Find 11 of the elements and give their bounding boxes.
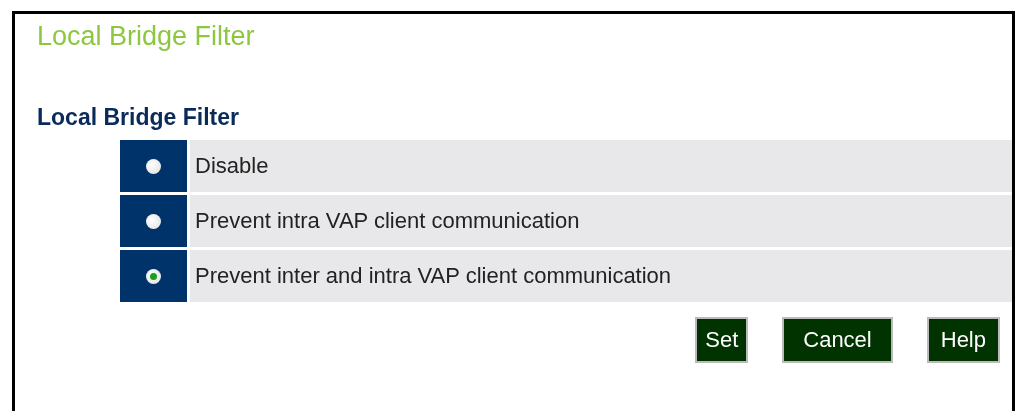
- action-button[interactable]: Cancel: [782, 317, 893, 363]
- page-title: Local Bridge Filter: [36, 20, 256, 52]
- action-button[interactable]: Set: [695, 317, 749, 363]
- radio-button[interactable]: [146, 268, 161, 284]
- option-label: Prevent inter and intra VAP client communication: [190, 250, 1012, 302]
- action-button[interactable]: Help: [926, 317, 1000, 363]
- radio-button[interactable]: [146, 158, 161, 174]
- option-label: Disable: [190, 140, 1012, 192]
- option-label: Prevent intra VAP client communication: [190, 195, 1012, 247]
- section-title: Local Bridge Filter: [36, 103, 240, 131]
- radio-button[interactable]: [146, 213, 161, 229]
